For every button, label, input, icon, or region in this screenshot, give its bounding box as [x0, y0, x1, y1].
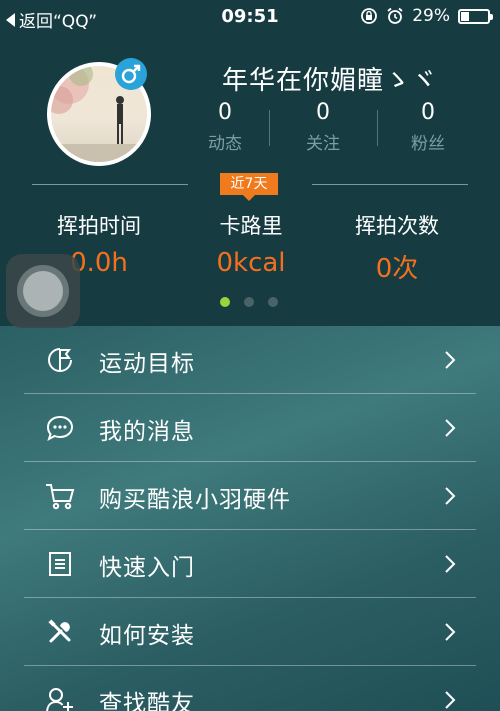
page-dot[interactable] [244, 297, 254, 307]
goal-flag-icon [44, 344, 76, 376]
chevron-right-icon [445, 351, 456, 369]
menu-item-label: 如何安装 [99, 623, 195, 649]
battery-percent: 29% [412, 6, 450, 26]
stat-label: 粉丝 [411, 134, 445, 154]
menu-item-label: 查找酷友 [99, 691, 195, 711]
divider [312, 184, 468, 185]
metric-label: 卡路里 [219, 214, 283, 238]
stat-label: 动态 [208, 134, 242, 154]
page-dot[interactable] [268, 297, 278, 307]
male-icon [115, 58, 147, 90]
stat-value: 0 [421, 100, 435, 125]
chat-bubble-icon [44, 412, 76, 444]
assistive-touch-button[interactable] [6, 254, 80, 328]
menu-item-buy-hardware[interactable]: 购买酷浪小羽硬件 [0, 462, 500, 530]
menu-item-find-friends[interactable]: 查找酷友 [0, 666, 500, 711]
menu-item-label: 我的消息 [99, 419, 195, 445]
stat-following[interactable]: 0 关注 [278, 100, 368, 154]
metric-swing-count: 挥拍次数 0次 [312, 210, 482, 285]
period-badge: 近7天 [220, 173, 278, 201]
settings-menu: 运动目标 我的消息 购买酷浪小羽硬件 快速入门 如何安装 查找酷友 [0, 326, 500, 711]
stat-value: 0 [218, 100, 232, 125]
metric-label: 挥拍时间 [57, 214, 141, 238]
page-dot[interactable] [220, 297, 230, 307]
stat-posts[interactable]: 0 动态 [180, 100, 270, 154]
stat-followers[interactable]: 0 粉丝 [383, 100, 473, 154]
menu-item-label: 运动目标 [99, 351, 195, 377]
menu-item-quick-start[interactable]: 快速入门 [0, 530, 500, 598]
battery-fill [461, 11, 469, 21]
menu-item-label: 购买酷浪小羽硬件 [99, 487, 291, 513]
alarm-icon [387, 7, 403, 24]
document-list-icon [44, 548, 76, 580]
status-bar: 返回“QQ” 09:51 29% [0, 0, 500, 34]
stat-label: 关注 [306, 134, 340, 154]
divider [32, 184, 188, 185]
shopping-cart-icon [44, 480, 76, 512]
metric-value: 0次 [375, 254, 419, 284]
stat-value: 0 [316, 100, 330, 125]
chevron-right-icon [445, 419, 456, 437]
metric-label: 挥拍次数 [355, 214, 439, 238]
page-indicator[interactable] [220, 297, 278, 307]
metric-value: 0kcal [216, 248, 286, 278]
profile-stats: 0 动态 0 关注 0 粉丝 [180, 100, 480, 160]
menu-item-sport-goal[interactable]: 运动目标 [0, 326, 500, 394]
metric-calories: 卡路里 0kcal [166, 210, 336, 278]
chevron-right-icon [445, 691, 456, 709]
battery-icon [458, 8, 493, 24]
add-friend-icon [44, 684, 76, 711]
chevron-right-icon [445, 555, 456, 573]
tools-icon [44, 616, 76, 648]
menu-item-how-to-install[interactable]: 如何安装 [0, 598, 500, 666]
menu-item-messages[interactable]: 我的消息 [0, 394, 500, 462]
chevron-right-icon [445, 623, 456, 641]
chevron-right-icon [445, 487, 456, 505]
username[interactable]: 年华在你媚瞳ゝヾ [222, 60, 438, 97]
menu-item-label: 快速入门 [99, 555, 195, 581]
rotation-lock-icon [361, 8, 378, 24]
